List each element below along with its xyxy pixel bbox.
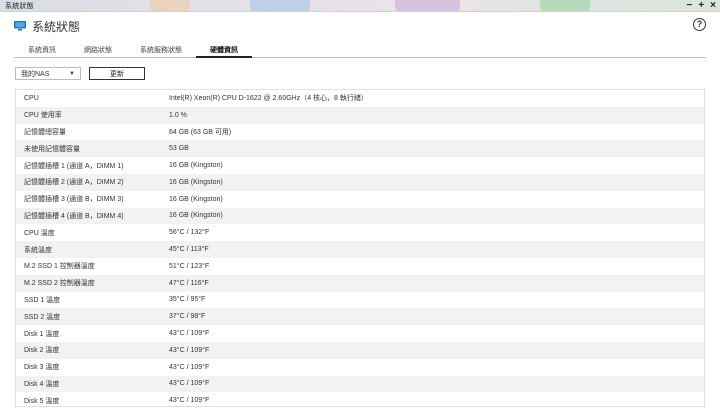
table-row: 記憶體插槽 2 (通道 A，DIMM 2) 16 GB (Kingston) [16,173,704,191]
device-select-value: 我的NAS [21,70,50,78]
row-label: Disk 2 溫度 [24,347,60,355]
row-label: 記憶體插槽 3 (通道 B，DIMM 3) [24,196,124,204]
table-row: 記憶體插槽 3 (通道 B，DIMM 3) 16 GB (Kingston) [16,190,704,208]
tab-bar: 系統資訊 網路狀態 系統服務狀態 硬體資訊 [14,46,706,58]
row-label: 記憶體總容量 [24,128,66,136]
app-header: 系統狀態 [0,12,720,40]
table-row: M.2 SSD 2 控制器溫度 47°C / 116°F [16,274,704,292]
row-label: SSD 1 溫度 [24,296,61,304]
row-value: 45°C / 113°F [169,246,209,254]
row-value: 53 GB [169,145,189,153]
chevron-down-icon: ▼ [69,70,75,77]
window-titlebar[interactable]: 系統狀態 − + × [0,0,720,11]
row-value: 43°C / 109°F [169,330,210,338]
row-value: 56°C / 132°F [169,229,210,237]
table-row: SSD 2 溫度 37°C / 98°F [16,308,704,326]
table-row: CPU 使用率 1.0 % [16,106,704,124]
hardware-info-table[interactable]: CPU Intel(R) Xeon(R) CPU D-1622 @ 2.60GHz… [15,89,705,407]
row-value: 47°C / 116°F [169,279,209,287]
row-value: 51°C / 123°F [169,262,210,270]
row-value: 16 GB (Kingston) [169,178,223,186]
table-row: Disk 2 溫度 43°C / 109°F [16,341,704,359]
table-row: Disk 1 溫度 43°C / 109°F [16,325,704,342]
maximize-icon[interactable]: + [698,0,704,11]
row-label: CPU [24,94,39,102]
tab-service-status[interactable]: 系統服務狀態 [126,46,196,58]
tab-system-info[interactable]: 系統資訊 [14,46,70,58]
table-row: 記憶體總容量 64 GB (63 GB 可用) [16,123,704,141]
row-label: 系統溫度 [24,246,52,254]
table-row: 系統溫度 45°C / 113°F [16,241,704,258]
row-value: 43°C / 109°F [169,380,210,388]
row-value: 16 GB (Kingston) [169,162,223,170]
row-value: Intel(R) Xeon(R) CPU D-1622 @ 2.60GHz（4 … [169,95,368,103]
close-icon[interactable]: × [710,0,716,11]
row-label: 記憶體插槽 4 (通道 B，DIMM 4) [24,212,124,220]
page-title: 系統狀態 [32,19,81,34]
row-value: 43°C / 109°F [169,363,210,371]
row-label: 未使用記憶體容量 [24,145,80,153]
table-row: CPU 溫度 56°C / 132°F [16,224,704,242]
table-row: Disk 5 溫度 43°C / 109°F [16,392,704,406]
table-row: CPU Intel(R) Xeon(R) CPU D-1622 @ 2.60GHz… [16,90,704,107]
row-label: M.2 SSD 2 控制器溫度 [24,280,95,288]
row-label: Disk 5 溫度 [24,397,60,405]
table-row: 記憶體插槽 4 (通道 B，DIMM 4) 16 GB (Kingston) [16,207,704,225]
row-label: SSD 2 溫度 [24,313,61,321]
row-value: 1.0 % [169,111,187,119]
row-value: 35°C / 95°F [169,296,206,304]
row-label: Disk 3 溫度 [24,364,60,372]
refresh-button[interactable]: 更新 [89,67,145,80]
table-row: Disk 3 溫度 43°C / 109°F [16,358,704,376]
row-value: 43°C / 109°F [169,397,210,405]
app-window: 系統狀態 ? 系統資訊 網路狀態 系統服務狀態 硬體資訊 我的NAS ▼ 更新 … [0,11,720,417]
row-label: 記憶體插槽 1 (通道 A，DIMM 1) [24,162,124,170]
window-controls: − + × [686,0,716,11]
tab-hardware-info[interactable]: 硬體資訊 [196,46,252,58]
table-row: 記憶體插槽 1 (通道 A，DIMM 1) 16 GB (Kingston) [16,157,704,174]
minimize-icon[interactable]: − [686,0,692,11]
tab-network-status[interactable]: 網路狀態 [70,46,126,58]
row-value: 43°C / 109°F [169,346,210,354]
device-select[interactable]: 我的NAS ▼ [15,67,81,80]
monitor-icon [14,21,26,31]
row-label: CPU 使用率 [24,112,62,120]
row-value: 37°C / 98°F [169,313,206,321]
row-value: 16 GB (Kingston) [169,195,223,203]
row-label: CPU 溫度 [24,229,55,237]
toolbar: 我的NAS ▼ 更新 [15,67,145,81]
window-title: 系統狀態 [5,2,34,10]
row-label: Disk 4 溫度 [24,380,60,388]
row-value: 64 GB (63 GB 可用) [169,128,232,136]
table-row: SSD 1 溫度 35°C / 95°F [16,291,704,309]
row-label: 記憶體插槽 2 (通道 A，DIMM 2) [24,179,124,187]
table-row: M.2 SSD 1 控制器溫度 51°C / 123°F [16,257,704,275]
table-row: 未使用記憶體容量 53 GB [16,140,704,158]
help-icon[interactable]: ? [693,18,706,31]
row-label: M.2 SSD 1 控制器溫度 [24,263,95,271]
row-label: Disk 1 溫度 [24,330,60,338]
table-row: Disk 4 溫度 43°C / 109°F [16,375,704,393]
row-value: 16 GB (Kingston) [169,212,223,220]
